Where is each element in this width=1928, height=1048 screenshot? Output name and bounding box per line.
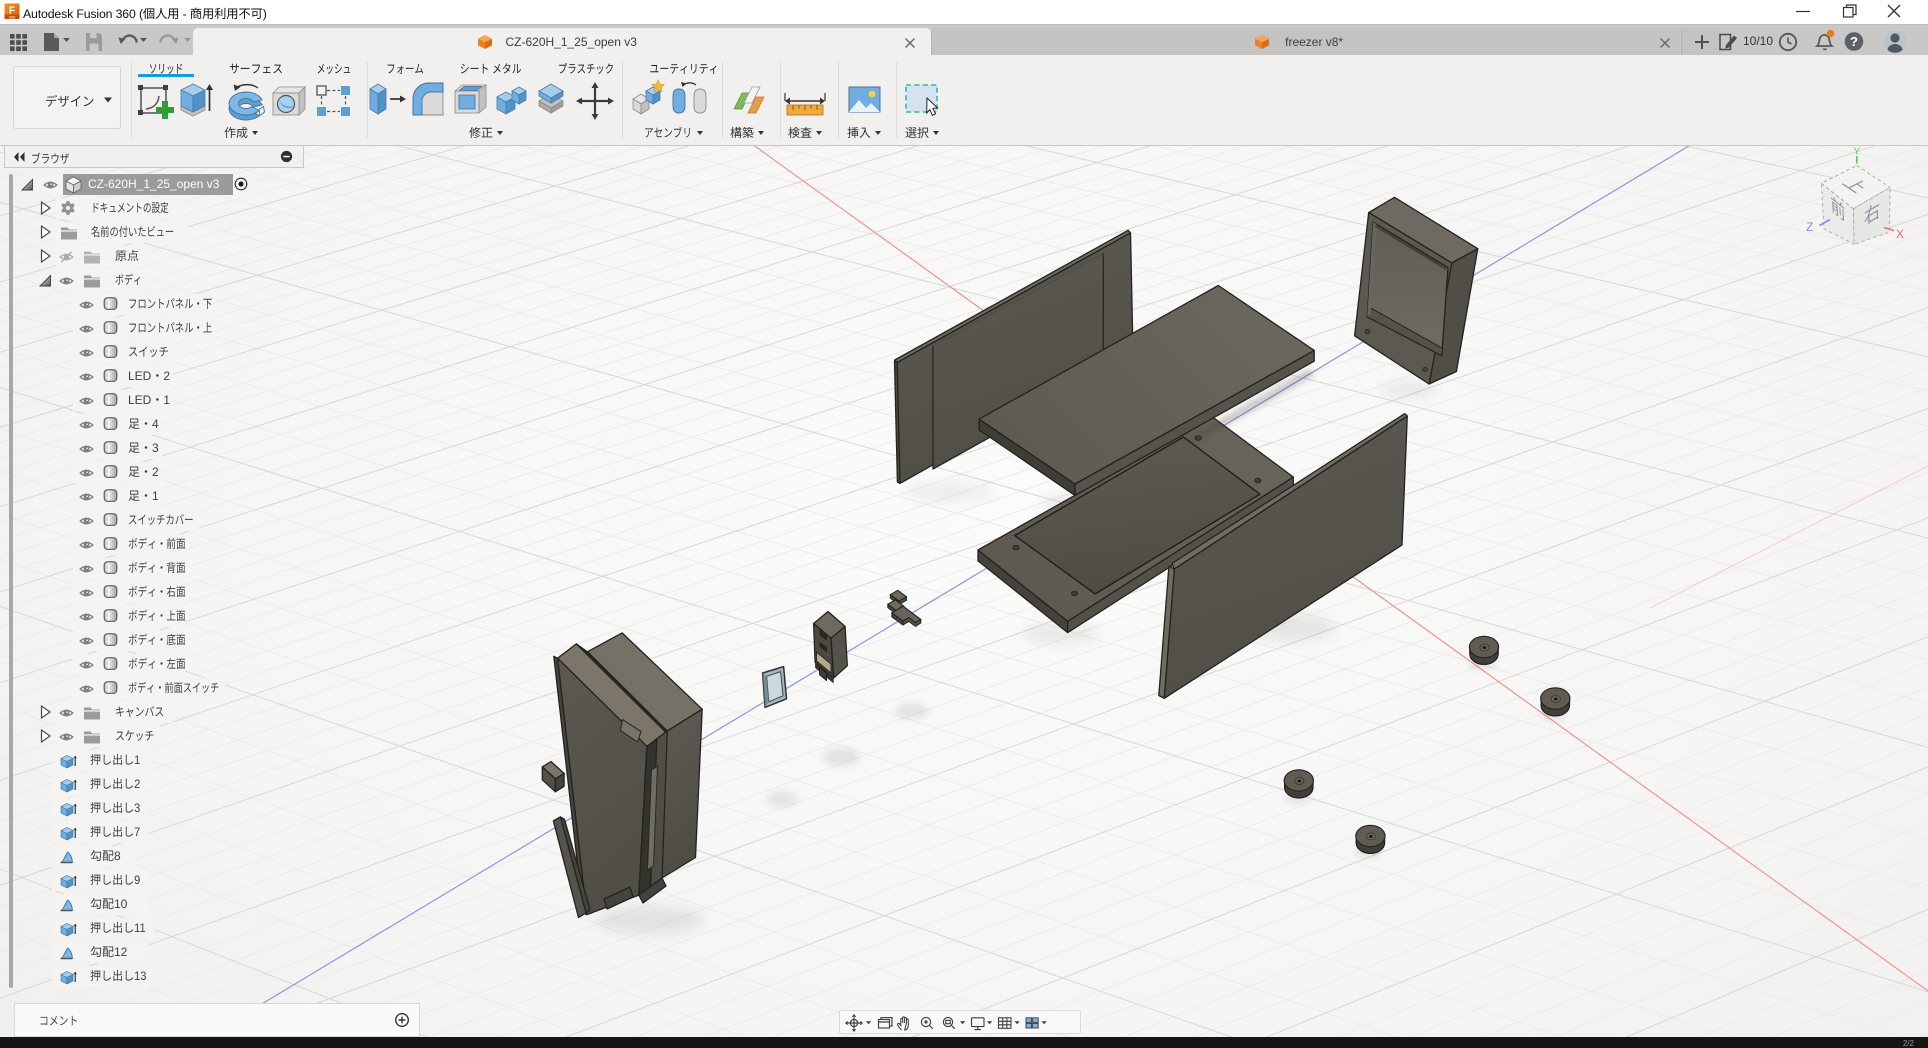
svg-text:?: ? — [1850, 34, 1858, 49]
svg-text:Z: Z — [1806, 220, 1813, 234]
svg-text:360: 360 — [9, 15, 16, 20]
svg-text:X: X — [1896, 227, 1904, 241]
svg-text:Y: Y — [1853, 146, 1860, 158]
svg-text:10/10: 10/10 — [1743, 34, 1773, 48]
